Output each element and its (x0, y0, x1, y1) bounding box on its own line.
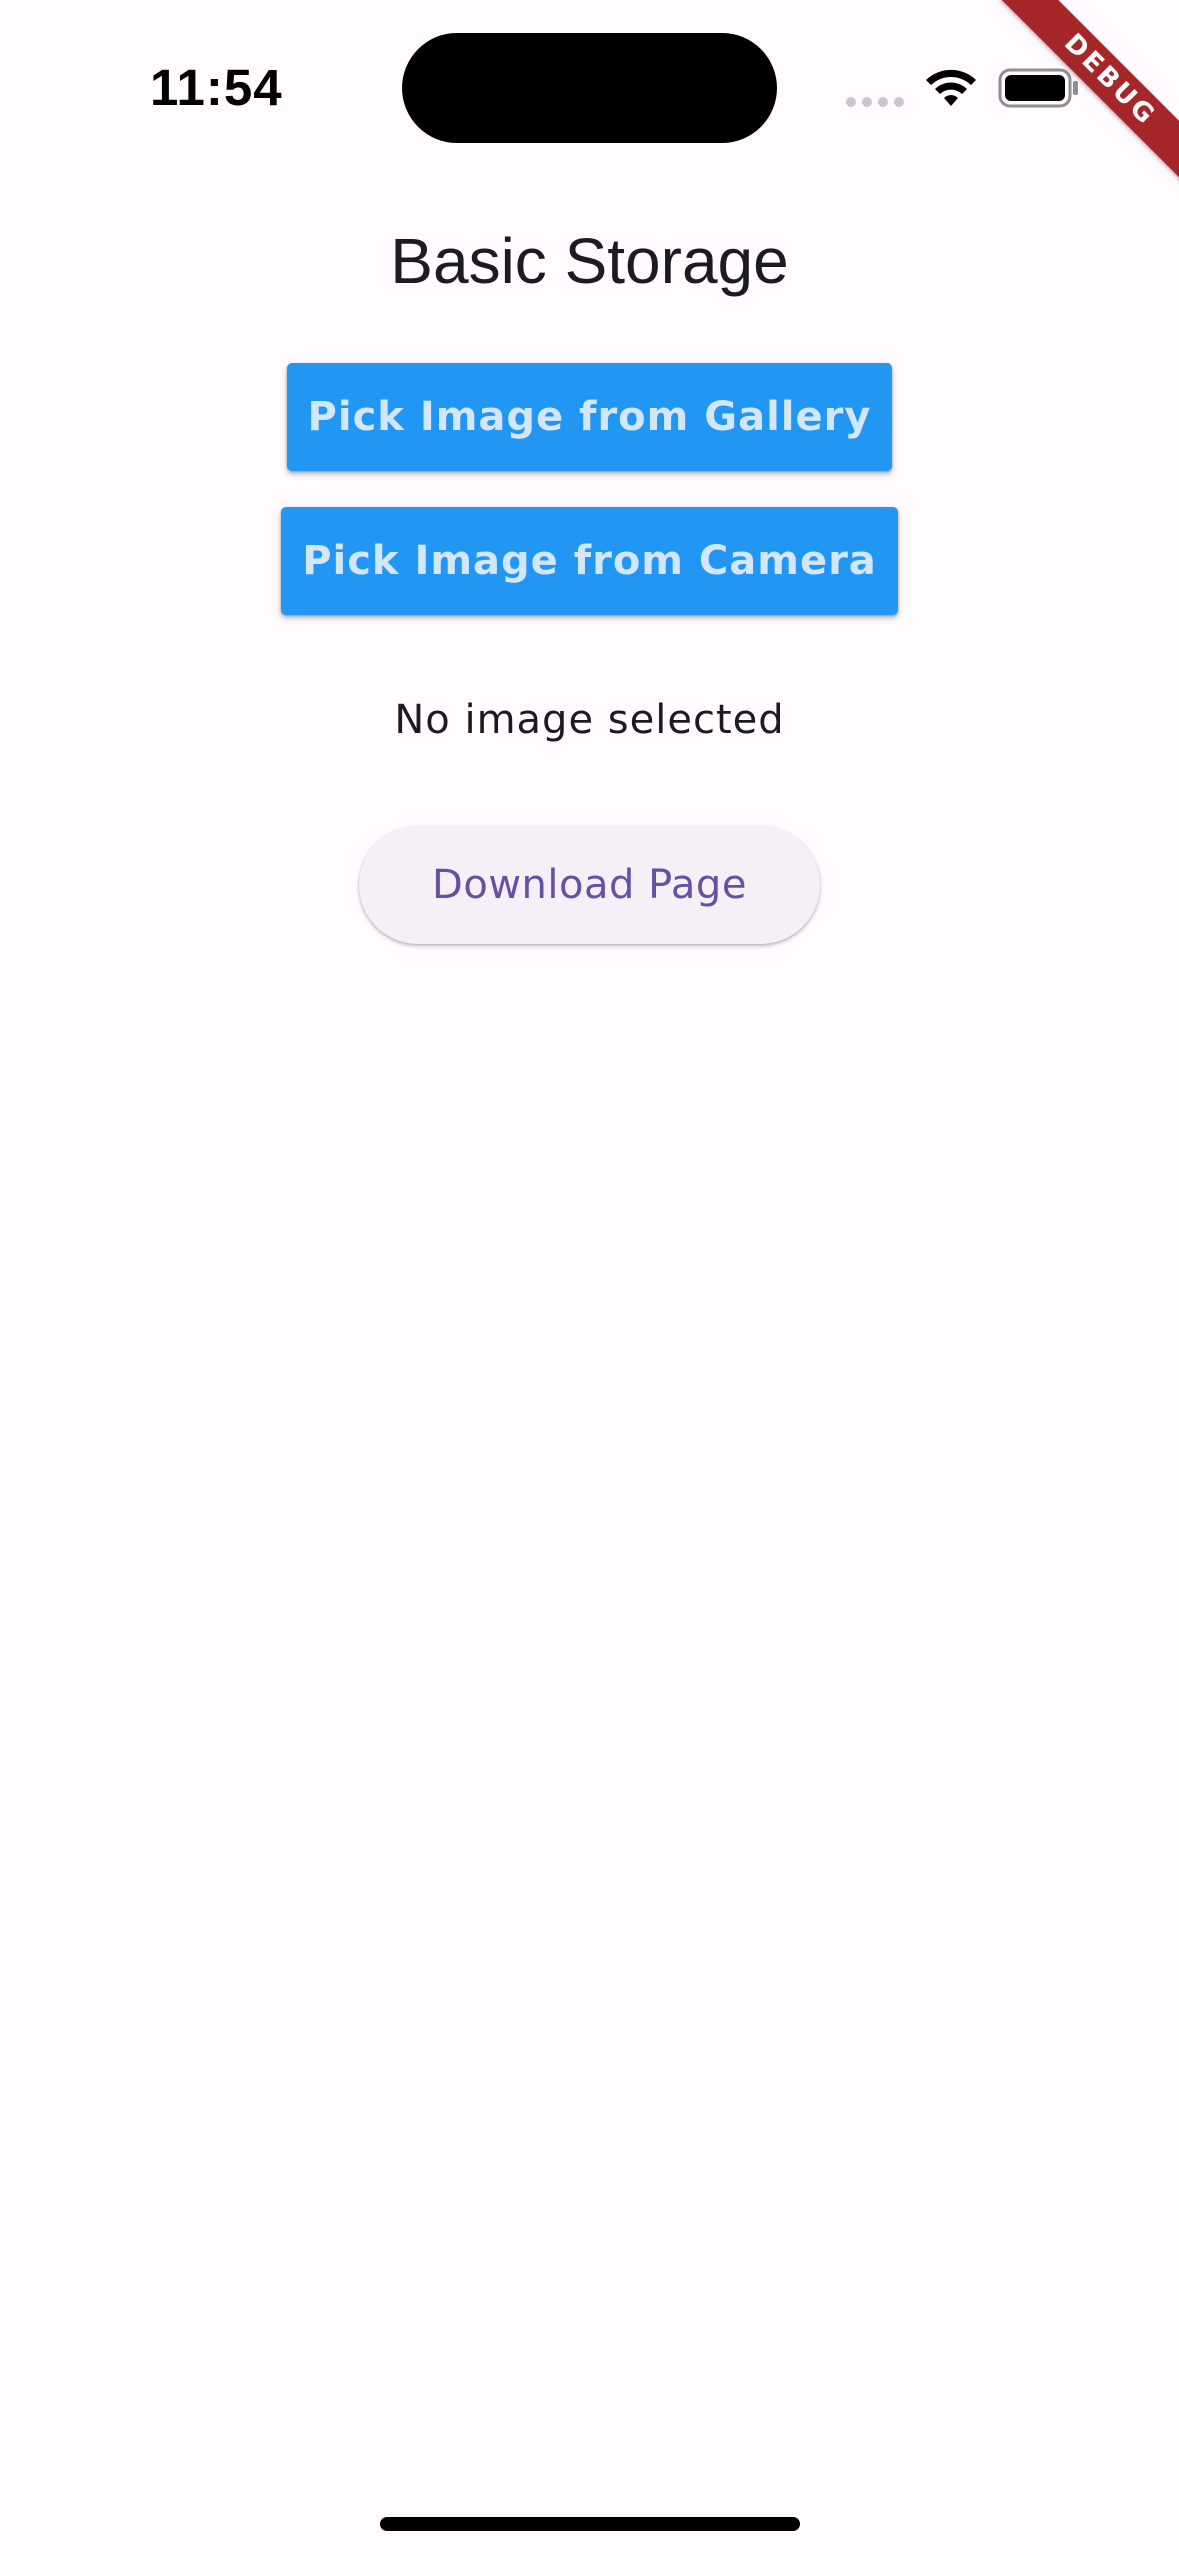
image-status-text: No image selected (394, 697, 785, 743)
page-title: Basic Storage (390, 225, 789, 297)
debug-banner-label: DEBUG (1000, 0, 1179, 190)
cellular-signal-icon (846, 97, 904, 107)
home-indicator[interactable] (380, 2517, 800, 2531)
pick-image-camera-label: Pick Image from Camera (302, 538, 877, 584)
pick-image-camera-button[interactable]: Pick Image from Camera (281, 507, 898, 615)
download-page-label: Download Page (432, 862, 747, 908)
dynamic-island (402, 33, 777, 143)
status-time: 11:54 (150, 59, 283, 116)
download-page-button[interactable]: Download Page (359, 826, 820, 944)
debug-banner: DEBUG (979, 0, 1179, 200)
pick-image-gallery-label: Pick Image from Gallery (307, 394, 872, 440)
pick-image-gallery-button[interactable]: Pick Image from Gallery (287, 363, 892, 471)
wifi-icon (926, 69, 976, 106)
